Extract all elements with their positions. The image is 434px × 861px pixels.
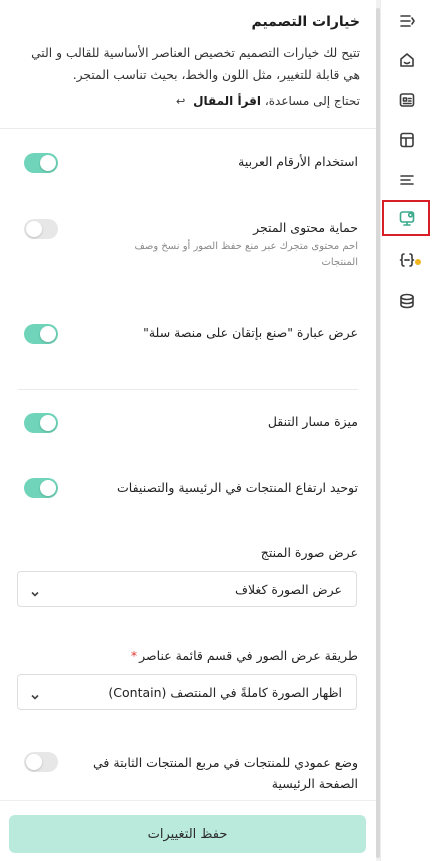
notification-dot [415, 259, 421, 265]
setting-uniform-height-label: توحيد ارتفاع المنتجات في الرئيسية والتصن… [117, 480, 358, 495]
toggle-knob [40, 155, 56, 171]
help-prefix: تحتاج إلى مساعدة، [264, 94, 360, 108]
setting-breadcrumb-label: ميزة مسار التنقل [267, 414, 358, 429]
image-display-value: عرض الصورة كغلاف [235, 582, 342, 597]
list-image-mode-select[interactable]: اظهار الصورة كاملةً في المنتصف (Contain) [17, 674, 357, 710]
breadcrumb-toggle[interactable] [24, 413, 58, 433]
design-options-panel: خيارات التصميم تتيح لك خيارات التصميم تخ… [0, 0, 378, 861]
toggle-knob [26, 754, 42, 770]
read-article-link[interactable]: اقرأ المقال [193, 94, 261, 108]
vertical-mode-toggle[interactable] [24, 752, 58, 772]
pages-icon[interactable] [395, 128, 419, 152]
toggle-knob [40, 326, 56, 342]
help-line: تحتاج إلى مساعدة، اقرأ المقال ↪ [176, 94, 360, 108]
setting-content-protection-label: حماية محتوى المتجر [253, 220, 358, 235]
uniform-height-toggle[interactable] [24, 478, 58, 498]
setting-content-protection-description: احم محتوى متجرك عبر منع حفظ الصور أو نسخ… [134, 241, 359, 268]
list-image-mode-label-text: طريقة عرض الصور في قسم قائمة عناصر [139, 648, 358, 663]
page-title: خيارات التصميم [251, 14, 360, 30]
section-divider [18, 389, 358, 390]
setting-vertical-mode-label: وضع عمودي للمنتجات في مربع المنتجات الثا… [93, 755, 358, 791]
share-arrow-icon: ↪ [176, 95, 186, 108]
menu-collapse-icon[interactable] [395, 9, 419, 33]
side-icon-rail [380, 0, 434, 861]
toggle-knob [26, 221, 42, 237]
setting-arabic-numerals-label: استخدام الأرقام العربية [238, 154, 358, 169]
panel-header: خيارات التصميم تتيح لك خيارات التصميم تخ… [0, 0, 378, 129]
design-settings-icon[interactable] [395, 206, 419, 230]
save-changes-button[interactable]: حفظ التغييرات [9, 815, 366, 853]
page-description: تتيح لك خيارات التصميم تخصيص العناصر الأ… [31, 46, 360, 82]
content-protection-toggle[interactable] [24, 219, 58, 239]
arabic-numerals-toggle[interactable] [24, 153, 58, 173]
required-mark: * [130, 648, 138, 663]
list-image-mode-value: اظهار الصورة كاملةً في المنتصف (Contain) [108, 685, 342, 700]
chevron-down-icon [30, 687, 40, 700]
image-display-select[interactable]: عرض الصورة كغلاف [17, 571, 357, 607]
setting-made-on-salla-label: عرض عبارة "صنع بإتقان على منصة سلة" [143, 325, 358, 340]
home-icon[interactable] [395, 48, 419, 72]
chevron-down-icon [30, 584, 40, 597]
list-image-mode-label: طريقة عرض الصور في قسم قائمة عناصر* [131, 648, 358, 663]
footer-bar: حفظ التغييرات [0, 800, 378, 861]
list-icon[interactable] [395, 168, 419, 192]
toggle-knob [40, 480, 56, 496]
toggle-knob [40, 415, 56, 431]
made-on-salla-toggle[interactable] [24, 324, 58, 344]
layout-card-icon[interactable] [395, 88, 419, 112]
database-icon[interactable] [395, 289, 419, 313]
image-display-label: عرض صورة المنتج [260, 545, 358, 560]
